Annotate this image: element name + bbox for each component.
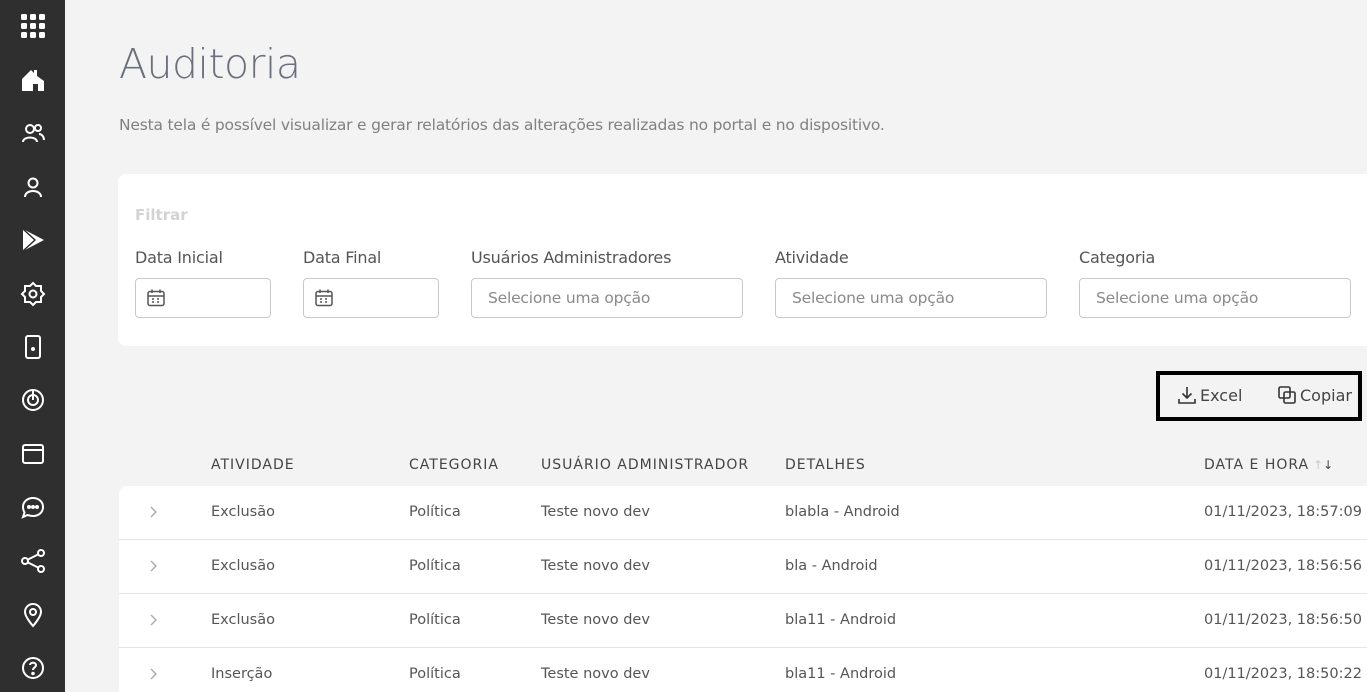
cell-details: blabla - Android [785,504,900,520]
filter-title: Filtrar [135,206,188,224]
copy-button[interactable]: Copiar [1277,385,1352,405]
table-row[interactable]: Exclusão Política Teste novo dev bla11 -… [119,594,1367,648]
audit-table: Exclusão Política Teste novo dev blabla … [119,486,1367,692]
activity-select[interactable]: Selecione uma opção [775,278,1047,318]
cell-datetime: 01/11/2023, 18:57:09 [1204,504,1362,520]
cell-admin: Teste novo dev [541,612,650,628]
home-icon[interactable] [0,60,65,100]
cell-activity: Exclusão [211,558,275,574]
cell-activity: Inserção [211,666,273,682]
cell-category: Política [409,558,461,574]
table-row[interactable]: Exclusão Política Teste novo dev bla - A… [119,540,1367,594]
excel-label: Excel [1200,385,1243,405]
copy-icon [1278,386,1296,404]
cell-category: Política [409,612,461,628]
page-title: Auditoria [119,40,301,88]
calendar-icon [147,289,165,307]
header-activity[interactable]: ATIVIDADE [211,457,295,473]
admins-select[interactable]: Selecione uma opção [471,278,743,318]
cell-datetime: 01/11/2023, 18:56:56 [1204,558,1362,574]
cell-datetime: 01/11/2023, 18:56:50 [1204,612,1362,628]
header-category[interactable]: CATEGORIA [409,457,499,473]
activity-label: Atividade [775,248,849,267]
users-icon[interactable] [0,113,65,153]
cell-admin: Teste novo dev [541,504,650,520]
cell-activity: Exclusão [211,504,275,520]
start-date-field[interactable] [135,278,271,318]
chevron-right-icon[interactable] [147,666,161,682]
page-description: Nesta tela é possível visualizar e gerar… [119,116,885,134]
header-details[interactable]: DETALHES [785,457,866,473]
table-row[interactable]: Exclusão Política Teste novo dev blabla … [119,486,1367,540]
category-select[interactable]: Selecione uma opção [1079,278,1351,318]
admins-label: Usuários Administradores [471,248,672,267]
header-datetime[interactable]: DATA E HORA ↑↓ [1204,457,1333,473]
header-admin[interactable]: USUÁRIO ADMINISTRADOR [541,457,749,473]
share-icon[interactable] [0,541,65,581]
chat-icon[interactable] [0,488,65,528]
sidebar [0,0,65,692]
chevron-right-icon[interactable] [147,558,161,574]
user-icon[interactable] [0,167,65,207]
download-icon [1178,387,1196,404]
cell-category: Política [409,666,461,682]
cell-details: bla11 - Android [785,666,897,682]
settings-icon[interactable] [0,274,65,314]
export-toolbar: Excel Copiar [1156,371,1362,421]
cell-details: bla - Android [785,558,878,574]
play-store-icon[interactable] [0,220,65,260]
device-icon[interactable] [0,327,65,367]
calendar-icon [315,289,333,307]
end-date-field[interactable] [303,278,439,318]
target-icon[interactable] [0,380,65,420]
chevron-right-icon[interactable] [147,612,161,628]
category-label: Categoria [1079,248,1156,267]
cell-datetime: 01/11/2023, 18:50:22 [1204,666,1362,682]
chevron-right-icon[interactable] [147,504,161,520]
apps-grid-icon[interactable] [0,6,65,46]
cell-activity: Exclusão [211,612,275,628]
cell-admin: Teste novo dev [541,666,650,682]
cell-admin: Teste novo dev [541,558,650,574]
location-icon[interactable] [0,595,65,635]
copy-label: Copiar [1300,385,1352,405]
table-row[interactable]: Inserção Política Teste novo dev bla11 -… [119,648,1367,692]
start-date-label: Data Inicial [135,248,223,267]
window-icon[interactable] [0,434,65,474]
main-content: Auditoria Nesta tela é possível visualiz… [65,0,1367,692]
cell-category: Política [409,504,461,520]
end-date-label: Data Final [303,248,382,267]
cell-details: bla11 - Android [785,612,897,628]
help-icon[interactable] [0,648,65,688]
header-datetime-label: DATA E HORA [1204,457,1310,473]
sort-icon: ↑↓ [1313,458,1334,472]
excel-button[interactable]: Excel [1177,385,1242,405]
filter-card: Filtrar Data Inicial Data Final Usuários… [118,174,1367,346]
